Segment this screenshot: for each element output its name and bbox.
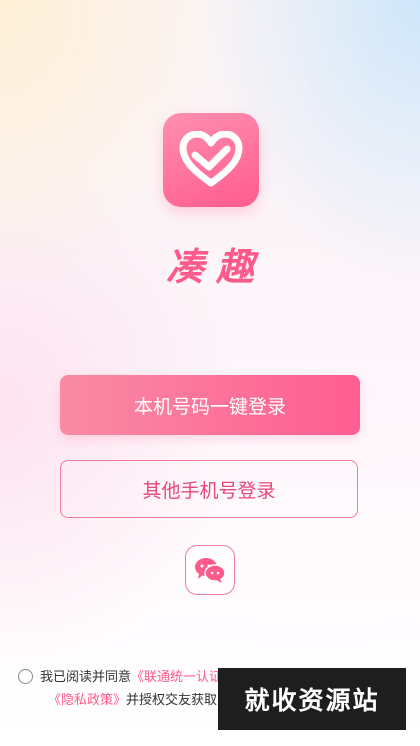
agreement-line-2: 《隐私政策》并授权交友获取 <box>48 689 217 708</box>
app-logo <box>163 113 259 207</box>
wechat-login-button[interactable] <box>185 545 235 595</box>
agreement-line-1: 我已阅读并同意《联通统一认证 <box>40 666 222 685</box>
agreement-prefix: 我已阅读并同意 <box>40 670 132 685</box>
app-name: 凑趣 <box>165 245 266 289</box>
heart-icon <box>179 131 243 187</box>
one-click-login-button[interactable]: 本机号码一键登录 <box>60 375 360 435</box>
agreement-checkbox[interactable] <box>18 669 33 684</box>
privacy-policy-link[interactable]: 《隐私政策》 <box>48 693 126 708</box>
watermark: 就收资源站 <box>218 668 406 730</box>
wechat-icon <box>195 558 226 583</box>
other-phone-login-button[interactable]: 其他手机号登录 <box>60 460 358 518</box>
unicom-auth-link[interactable]: 《联通统一认证 <box>131 670 222 685</box>
agreement-suffix: 并授权交友获取 <box>126 693 218 708</box>
